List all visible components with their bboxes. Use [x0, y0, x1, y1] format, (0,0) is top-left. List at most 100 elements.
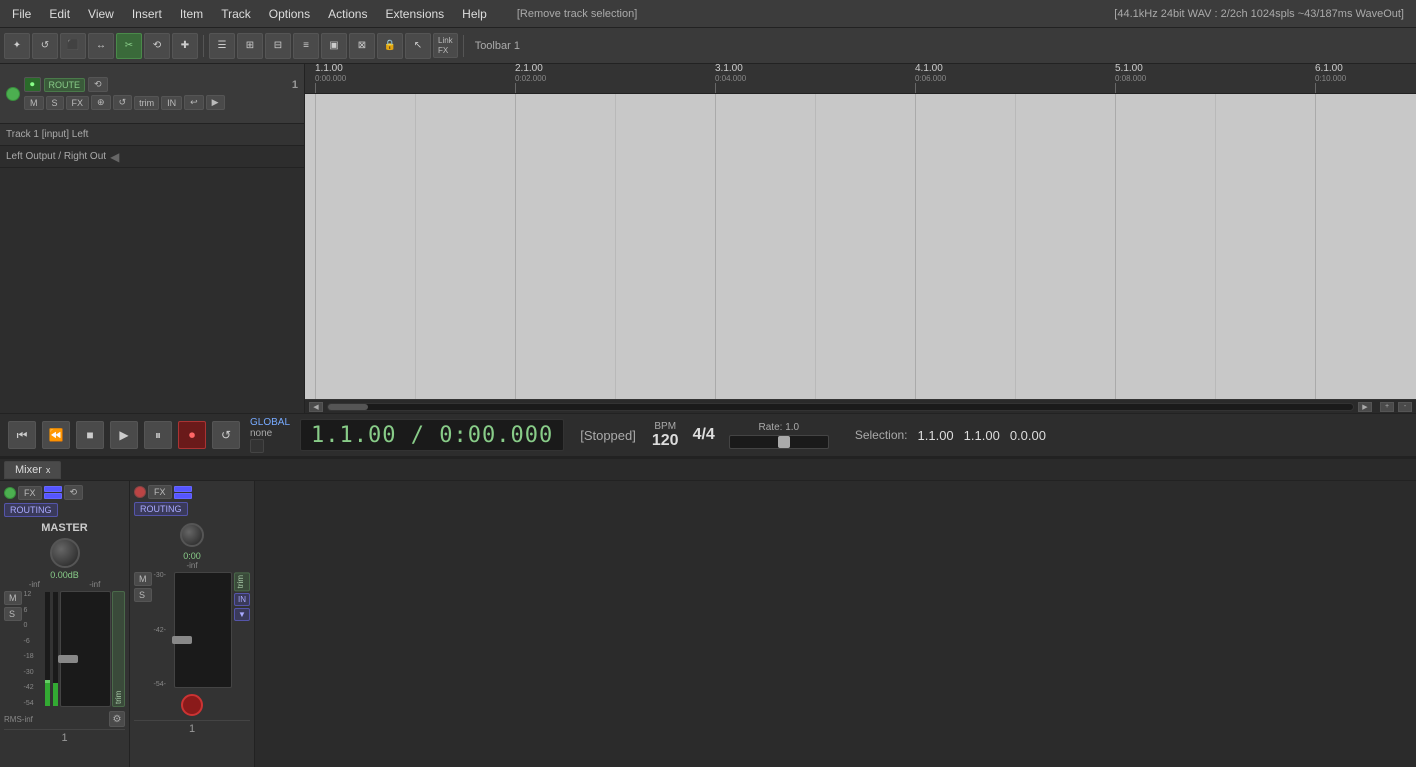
menu-insert[interactable]: Insert: [124, 5, 170, 23]
track-row: ⏺ ROUTE ⟲ 1 M S FX ⊕ ↺ trim IN: [0, 64, 1416, 413]
master-rms-val: -inf: [22, 715, 33, 724]
ch2-solo-btn[interactable]: S: [134, 588, 152, 602]
rate-slider[interactable]: [729, 435, 829, 449]
toolbar-btn-11[interactable]: ≡: [293, 33, 319, 59]
master-fx-btn[interactable]: FX: [18, 486, 42, 500]
ch2-fx-btn[interactable]: FX: [148, 485, 172, 499]
transport-loop-btn[interactable]: ↺: [212, 421, 240, 449]
transport-begin-btn[interactable]: ⏮: [8, 421, 36, 449]
master-automation-btn[interactable]: ⟲: [64, 485, 84, 500]
track-record-arm[interactable]: ⏺: [24, 77, 41, 92]
master-mute-solo-col: M S: [4, 591, 22, 707]
toolbar-btn-2[interactable]: ↺: [32, 33, 58, 59]
menu-actions[interactable]: Actions: [320, 5, 375, 23]
master-volume-knob[interactable]: [50, 538, 80, 568]
scroll-track[interactable]: [327, 403, 1354, 411]
menu-track[interactable]: Track: [213, 5, 259, 23]
toolbar-btn-5[interactable]: ✂: [116, 33, 142, 59]
toolbar-btn-10[interactable]: ⊟: [265, 33, 291, 59]
mixer-tab-close-btn[interactable]: x: [46, 465, 51, 475]
master-trim-btn[interactable]: trim: [112, 591, 125, 707]
ch2-record-btn[interactable]: [181, 694, 203, 716]
ch2-header: FX: [134, 485, 250, 499]
ch2-fader-thumb[interactable]: [172, 636, 192, 644]
master-channel-num: 1: [4, 729, 125, 746]
scroll-left-btn[interactable]: ◀: [309, 402, 323, 412]
link-fx-button[interactable]: LinkFX: [433, 33, 458, 58]
toolbar-sep-1: [203, 35, 204, 57]
ch2-in-down-btn[interactable]: ▼: [234, 608, 250, 621]
master-power-btn[interactable]: [4, 487, 16, 499]
master-fader-track[interactable]: [60, 591, 112, 707]
track-trim-button[interactable]: trim: [134, 96, 159, 110]
menu-item[interactable]: Item: [172, 5, 211, 23]
track-input-label: Track 1 [input] Left: [6, 129, 88, 140]
right-panel-empty: [255, 481, 1416, 767]
track-arrow-btn[interactable]: ▶: [206, 95, 225, 110]
scroll-right-btn[interactable]: ▶: [1358, 402, 1372, 412]
scroll-thumb[interactable]: [328, 404, 368, 410]
transport-play-btn[interactable]: ▶: [110, 421, 138, 449]
master-routing-btn[interactable]: ROUTING: [4, 503, 58, 517]
ch2-power-btn[interactable]: [134, 486, 146, 498]
master-solo-btn[interactable]: S: [4, 607, 22, 621]
menu-extensions[interactable]: Extensions: [377, 5, 452, 23]
track-automation-btn[interactable]: ⟲: [88, 77, 108, 92]
scroll-plus-btn[interactable]: +: [1380, 402, 1394, 412]
master-mute-btn[interactable]: M: [4, 591, 22, 605]
track-in-button[interactable]: IN: [161, 96, 182, 110]
toolbar-btn-cursor[interactable]: ↖: [405, 33, 431, 59]
toolbar-btn-14[interactable]: 🔒: [377, 33, 403, 59]
ch2-right-btns: trim IN ▼: [234, 572, 250, 688]
track-power-button[interactable]: [6, 87, 20, 101]
transport-pause-btn[interactable]: ⏸: [144, 421, 172, 449]
transport-record-btn[interactable]: ⏺: [178, 421, 206, 449]
mixer-tab[interactable]: Mixer x: [4, 461, 61, 479]
toolbar-btn-12[interactable]: ▣: [321, 33, 347, 59]
master-meter-left-fill: [45, 683, 50, 706]
menu-help[interactable]: Help: [454, 5, 495, 23]
track-phase-btn[interactable]: ⊕: [91, 95, 111, 110]
track-bottom-controls: M S FX ⊕ ↺ trim IN ↩ ▶: [24, 95, 298, 110]
bpm-value[interactable]: 120: [652, 432, 679, 450]
toolbar-btn-13[interactable]: ⊠: [349, 33, 375, 59]
toolbar-btn-6[interactable]: ⟲: [144, 33, 170, 59]
menu-edit[interactable]: Edit: [41, 5, 78, 23]
master-fader-thumb[interactable]: [58, 655, 78, 663]
master-settings-btn[interactable]: ⚙: [109, 711, 125, 727]
transport-time-sig[interactable]: 4/4: [685, 426, 723, 444]
global-sub: none: [250, 428, 272, 439]
track-monitor-btn[interactable]: ↩: [184, 95, 204, 110]
toolbar-btn-3[interactable]: ⬛: [60, 33, 86, 59]
track-solo-button[interactable]: S: [46, 96, 64, 110]
ch2-route-top-btn[interactable]: [174, 486, 192, 492]
track-loop-btn[interactable]: ↺: [113, 95, 133, 110]
ch2-trim-btn[interactable]: trim: [234, 572, 250, 591]
ch2-route-bot-btn[interactable]: [174, 493, 192, 499]
ch2-in-btn[interactable]: IN: [234, 593, 250, 606]
ch2-mute-btn[interactable]: M: [134, 572, 152, 586]
ch2-routing-btn[interactable]: ROUTING: [134, 502, 188, 516]
master-route-top-btn[interactable]: [44, 486, 62, 492]
rate-slider-thumb[interactable]: [778, 436, 790, 448]
track-route-button[interactable]: ROUTE: [44, 78, 86, 92]
toolbar-btn-4[interactable]: ↔: [88, 33, 114, 59]
toolbar-btn-9[interactable]: ⊞: [237, 33, 263, 59]
menu-view[interactable]: View: [80, 5, 122, 23]
ch2-fader-track[interactable]: [174, 572, 233, 688]
track-mute-button[interactable]: M: [24, 96, 44, 110]
menu-options[interactable]: Options: [261, 5, 318, 23]
menu-file[interactable]: File: [4, 5, 39, 23]
transport-time-display: 1.1.00 / 0:00.000: [300, 419, 564, 451]
scroll-minus-btn[interactable]: -: [1398, 402, 1412, 412]
ch2-volume-knob[interactable]: [180, 523, 204, 547]
toolbar-btn-8[interactable]: ☰: [209, 33, 235, 59]
transport-stop-btn[interactable]: ■: [76, 421, 104, 449]
toolbar-btn-7[interactable]: ✚: [172, 33, 198, 59]
ruler-mark-6: 6.1.00 0:10.000: [1315, 64, 1346, 93]
toolbar-btn-1[interactable]: ✦: [4, 33, 30, 59]
master-route-bot-btn[interactable]: [44, 493, 62, 499]
global-config-btn[interactable]: [250, 439, 264, 453]
transport-back-btn[interactable]: ⏪: [42, 421, 70, 449]
track-fx-button[interactable]: FX: [66, 96, 90, 110]
